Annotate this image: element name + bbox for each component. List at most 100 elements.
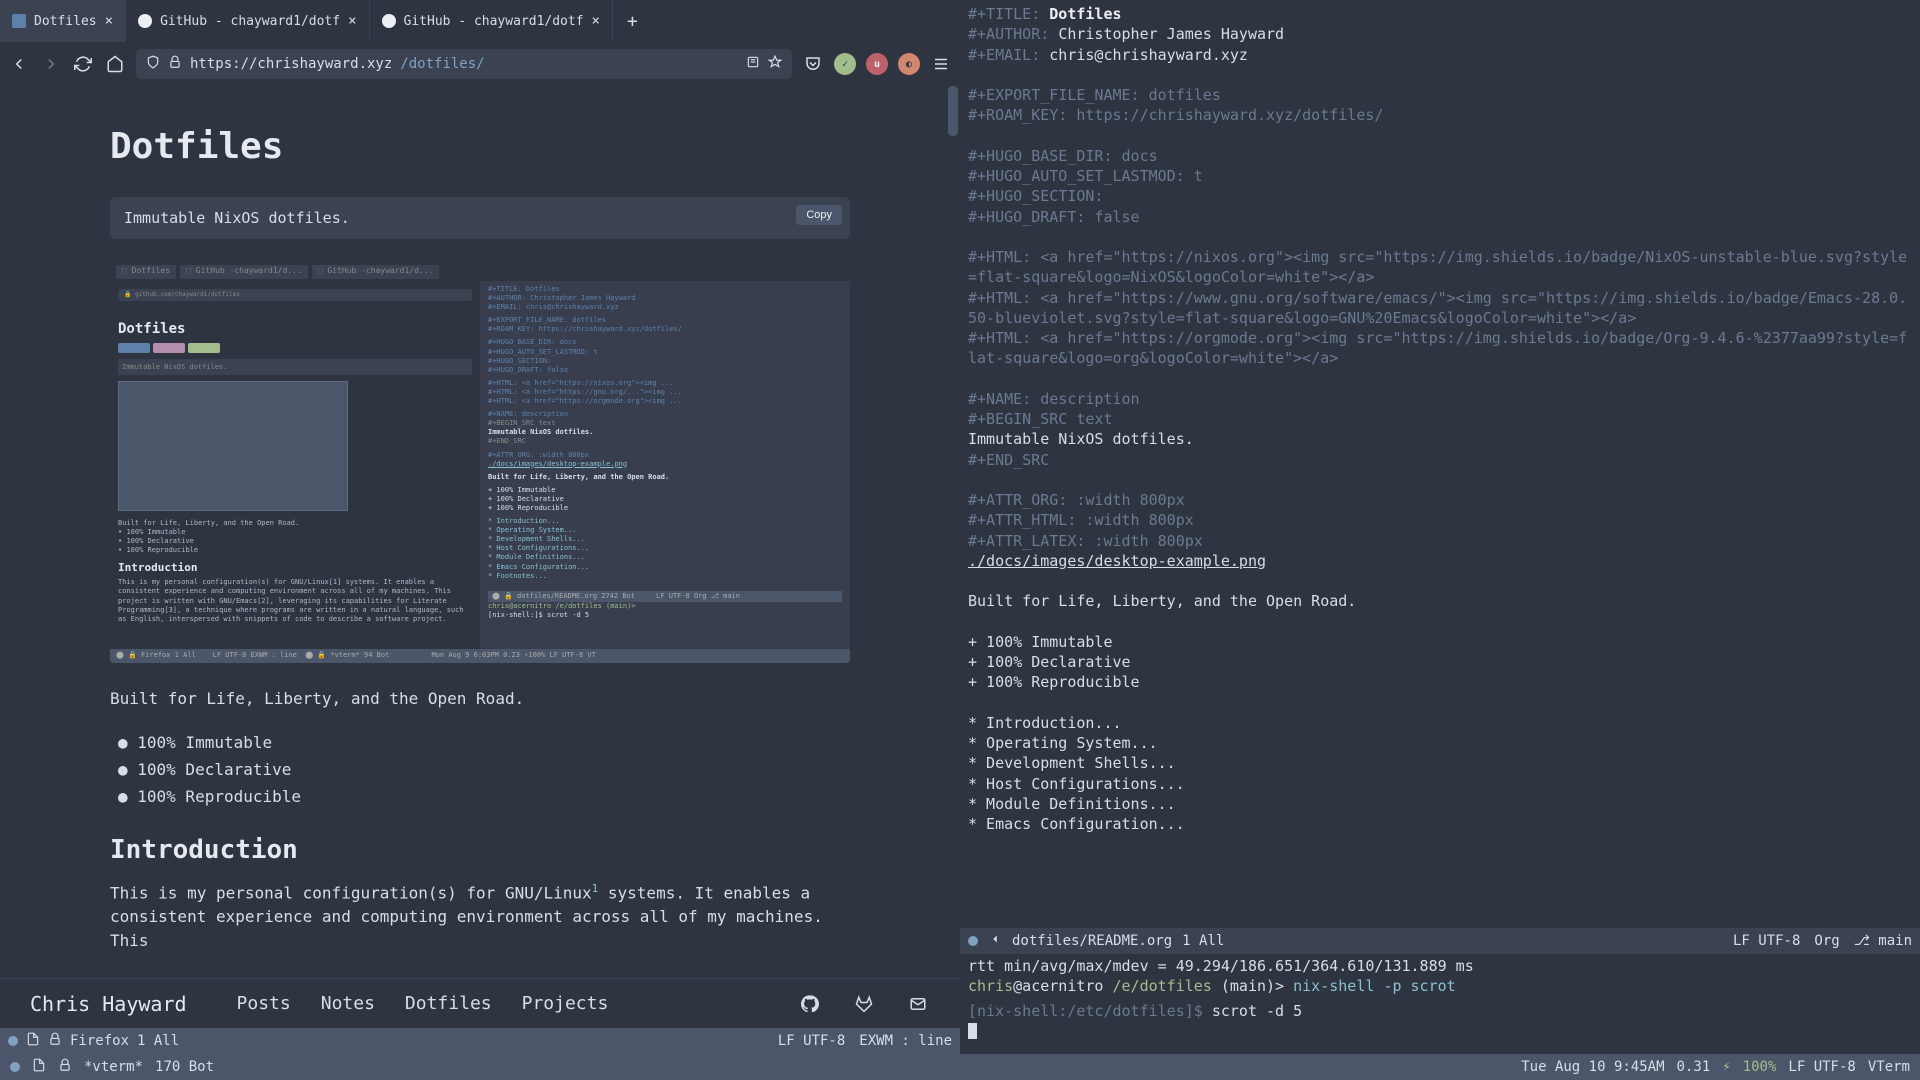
file-icon: [26, 1032, 40, 1050]
tab-dotfiles[interactable]: Dotfiles ×: [0, 0, 126, 42]
load-avg: 0.31: [1677, 1059, 1711, 1075]
nav-notes[interactable]: Notes: [321, 993, 375, 1014]
ns-desktop-bar: ⬤ 🔒 Firefox 1 All LF UTF-8 EXWM : line ⬤…: [110, 649, 850, 663]
site-nav: Chris Hayward Posts Notes Dotfiles Proje…: [0, 978, 960, 1028]
workspace-icon: [968, 936, 978, 946]
buffer-name: Firefox: [70, 1033, 129, 1049]
major-mode: VTerm: [1868, 1059, 1910, 1075]
buffer-pos: 1 All: [137, 1033, 179, 1049]
back-button[interactable]: [8, 53, 30, 75]
tab-github-1[interactable]: GitHub - chayward1/dotf ×: [126, 0, 369, 42]
browser-viewport[interactable]: Dotfiles Immutable NixOS dotfiles. Copy …: [0, 86, 960, 978]
editor-buffer[interactable]: #+TITLE: Dotfiles#+AUTHOR: Christopher J…: [960, 0, 1920, 928]
encoding: LF UTF-8: [778, 1033, 845, 1049]
bookmark-icon[interactable]: [768, 55, 782, 73]
github-icon[interactable]: [798, 992, 822, 1016]
section-heading: Introduction: [110, 835, 850, 865]
battery-pct: 100%: [1743, 1059, 1777, 1075]
brand[interactable]: Chris Hayward: [30, 992, 187, 1016]
lock-icon: [58, 1058, 72, 1076]
term-prompt-2: [nix-shell:/etc/dotfiles]$ scrot -d 5: [968, 1001, 1912, 1021]
close-icon[interactable]: ×: [348, 13, 356, 29]
ns-badges: [118, 343, 472, 353]
list-item: 100% Immutable: [118, 729, 850, 756]
gitlab-icon[interactable]: [852, 992, 876, 1016]
browser-pane: Dotfiles × GitHub - chayward1/dotf × Git…: [0, 0, 960, 1054]
copy-button[interactable]: Copy: [796, 205, 842, 225]
editor-mode-line: dotfiles/README.org 1 All LF UTF-8 Org ⎇…: [960, 928, 1920, 954]
nav-posts[interactable]: Posts: [237, 993, 291, 1014]
hero-screenshot: ⬚ Dotfiles ⬚ GitHub -chayward1/d... ⬚ Gi…: [110, 263, 850, 663]
mail-icon[interactable]: [906, 992, 930, 1016]
github-icon: [382, 14, 396, 28]
ns-intro: This is my personal configuration(s) for…: [118, 578, 472, 623]
pocket-icon[interactable]: [802, 53, 824, 75]
encoding: LF UTF-8: [1733, 933, 1800, 949]
ns-codeblock: Immutable NixOS dotfiles.: [118, 359, 472, 375]
extension-3-icon[interactable]: ◐: [898, 53, 920, 75]
term-line: rtt min/avg/max/mdev = 49.294/186.651/36…: [968, 956, 1912, 976]
desktop-bar: *vterm* 170 Bot Tue Aug 10 9:45AM 0.31 ⚡…: [0, 1054, 1920, 1080]
buffer-pos: 1 All: [1182, 933, 1224, 949]
nav-projects[interactable]: Projects: [522, 993, 609, 1014]
browser-tabstrip: Dotfiles × GitHub - chayward1/dotf × Git…: [0, 0, 960, 42]
workspace-icon: [8, 1036, 18, 1046]
page-title: Dotfiles: [110, 126, 850, 167]
extension-ublock-icon[interactable]: u: [866, 53, 888, 75]
tab-github-2[interactable]: GitHub - chayward1/dotf ×: [370, 0, 613, 42]
ns-h2: Introduction: [118, 561, 472, 574]
ns-bullet: • 100% Declarative: [118, 537, 472, 546]
menu-button[interactable]: [930, 53, 952, 75]
list-item: 100% Declarative: [118, 756, 850, 783]
tagline: Built for Life, Liberty, and the Open Ro…: [110, 687, 850, 711]
browser-toolbar: https://chrishayward.xyz/dotfiles/ ✓ u ◐: [0, 42, 960, 86]
back-icon: [988, 932, 1002, 950]
buffer-pos: 170 Bot: [155, 1059, 214, 1075]
ns-tab: ⬚ Dotfiles: [116, 265, 176, 279]
ns-bullet: • 100% Immutable: [118, 528, 472, 537]
close-icon[interactable]: ×: [592, 13, 600, 29]
ns-editor-preview: #+TITLE: Dotfiles #+AUTHOR: Christopher …: [480, 281, 850, 663]
buffer-name: *vterm*: [84, 1059, 143, 1075]
battery-icon: ⚡: [1722, 1059, 1730, 1075]
scrollbar[interactable]: [948, 86, 958, 136]
ns-urlbar: 🔒 github.com/chayward1/dotfiles: [118, 289, 472, 301]
left-mode-line: Firefox 1 All LF UTF-8 EXWM : line: [0, 1028, 960, 1054]
encoding: LF UTF-8: [1788, 1059, 1855, 1075]
tab-label: GitHub - chayward1/dotf: [160, 14, 340, 29]
file-icon: [32, 1058, 46, 1076]
reload-button[interactable]: [72, 53, 94, 75]
github-icon: [138, 14, 152, 28]
favicon-icon: [12, 14, 26, 28]
editor-pane: #+TITLE: Dotfiles#+AUTHOR: Christopher J…: [960, 0, 1920, 1054]
url-host: https://chrishayward.xyz: [190, 56, 392, 72]
ns-tab: ⬚ GitHub -chayward1/d...: [312, 265, 440, 279]
vterm-buffer[interactable]: rtt min/avg/max/mdev = 49.294/186.651/36…: [960, 954, 1920, 1054]
ns-bullet: • 100% Reproducible: [118, 546, 472, 555]
lock-icon: [48, 1032, 62, 1050]
datetime: Tue Aug 10 9:45AM: [1521, 1059, 1664, 1075]
home-button[interactable]: [104, 53, 126, 75]
intro-paragraph: This is my personal configuration(s) for…: [110, 881, 850, 953]
nav-dotfiles[interactable]: Dotfiles: [405, 993, 492, 1014]
new-tab-button[interactable]: +: [613, 11, 652, 32]
code-block: Immutable NixOS dotfiles. Copy: [110, 197, 850, 239]
url-bar[interactable]: https://chrishayward.xyz/dotfiles/: [136, 49, 792, 79]
major-mode: Org: [1814, 933, 1839, 949]
list-item: 100% Reproducible: [118, 783, 850, 810]
ns-tagline: Built for Life, Liberty, and the Open Ro…: [118, 519, 472, 528]
ns-h1: Dotfiles: [118, 321, 472, 337]
lock-icon[interactable]: [168, 55, 182, 73]
url-path: /dotfiles/: [400, 56, 484, 72]
extension-1-icon[interactable]: ✓: [834, 53, 856, 75]
forward-button[interactable]: [40, 53, 62, 75]
buffer-name: dotfiles/README.org: [1012, 933, 1172, 949]
reader-icon[interactable]: [746, 55, 760, 73]
close-icon[interactable]: ×: [105, 13, 113, 29]
tab-label: GitHub - chayward1/dotf: [404, 14, 584, 29]
feature-list: 100% Immutable 100% Declarative 100% Rep…: [110, 729, 850, 811]
ns-inner-screenshot: [118, 381, 348, 511]
term-cursor: [968, 1023, 977, 1039]
shield-icon[interactable]: [146, 55, 160, 73]
term-prompt: chris@acernitro /e/dotfiles (main)> nix-…: [968, 976, 1912, 996]
